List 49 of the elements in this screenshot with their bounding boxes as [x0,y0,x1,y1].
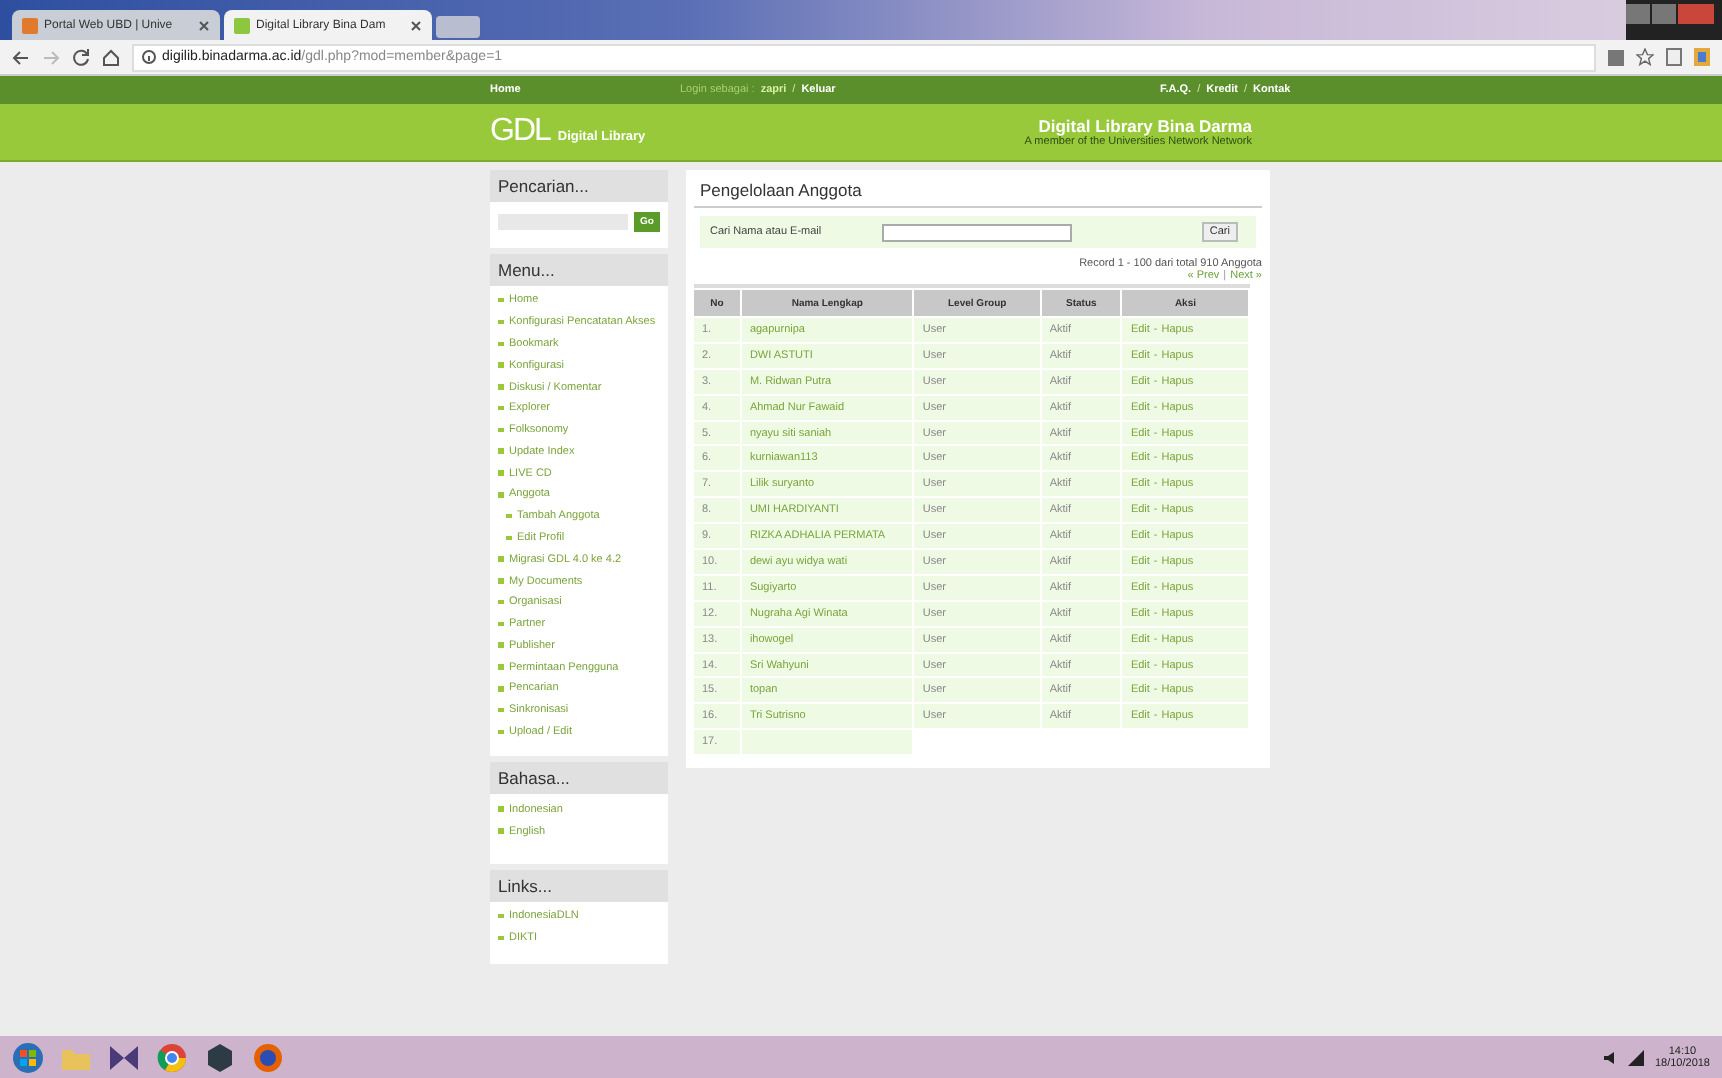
bullet-icon [498,362,503,368]
bullet-icon [498,621,503,627]
page-title: Pengelolaan Anggota [694,176,1262,208]
bullet-icon [498,341,503,347]
page-icon [234,17,250,33]
home-icon[interactable] [102,48,120,66]
bullet-icon [498,470,503,476]
panel-title: Menu... [490,254,668,286]
info-icon [142,50,156,64]
network-icon[interactable] [1628,1049,1645,1065]
start-button[interactable] [12,1041,44,1073]
bullet-icon [498,556,503,562]
bullet-icon [498,686,503,692]
bullet-icon [498,707,503,713]
panel-title: Pencarian... [490,170,668,202]
bullet-icon [498,642,503,648]
bullet-icon [506,513,511,519]
bullet-icon [498,427,503,433]
bullet-icon [498,913,503,919]
bullet-icon [498,806,503,812]
bullet-icon [498,405,503,411]
bowtie-icon[interactable] [108,1043,140,1071]
bullet-icon [498,664,503,670]
bullet-icon [498,448,503,454]
bullet-icon [498,384,503,390]
site-title: Digital Library Bina Darma [1036,116,1252,136]
reload-icon[interactable] [72,48,90,66]
page-icon [22,17,38,33]
bullet-icon [506,535,511,541]
bullet-icon [498,729,503,735]
hexagon-icon[interactable] [204,1041,236,1073]
speaker-icon[interactable] [1602,1049,1619,1065]
bullet-icon [498,319,503,325]
bullet-icon [498,828,503,834]
bullet-icon [498,599,503,605]
star-icon[interactable] [1636,48,1654,66]
bullet-icon [498,297,503,303]
bullet-icon [498,935,503,941]
back-icon[interactable] [12,49,30,65]
document-icon[interactable] [1666,48,1682,66]
logo: GDL [490,114,550,150]
close-icon[interactable] [198,19,210,31]
bullet-icon [498,578,503,584]
panel-title: Bahasa... [490,762,668,795]
search-field[interactable] [882,223,1072,241]
bullet-icon [498,492,503,498]
panel-title: Links... [490,869,668,902]
close-icon[interactable] [410,19,422,31]
browser-icon[interactable] [156,1041,188,1073]
